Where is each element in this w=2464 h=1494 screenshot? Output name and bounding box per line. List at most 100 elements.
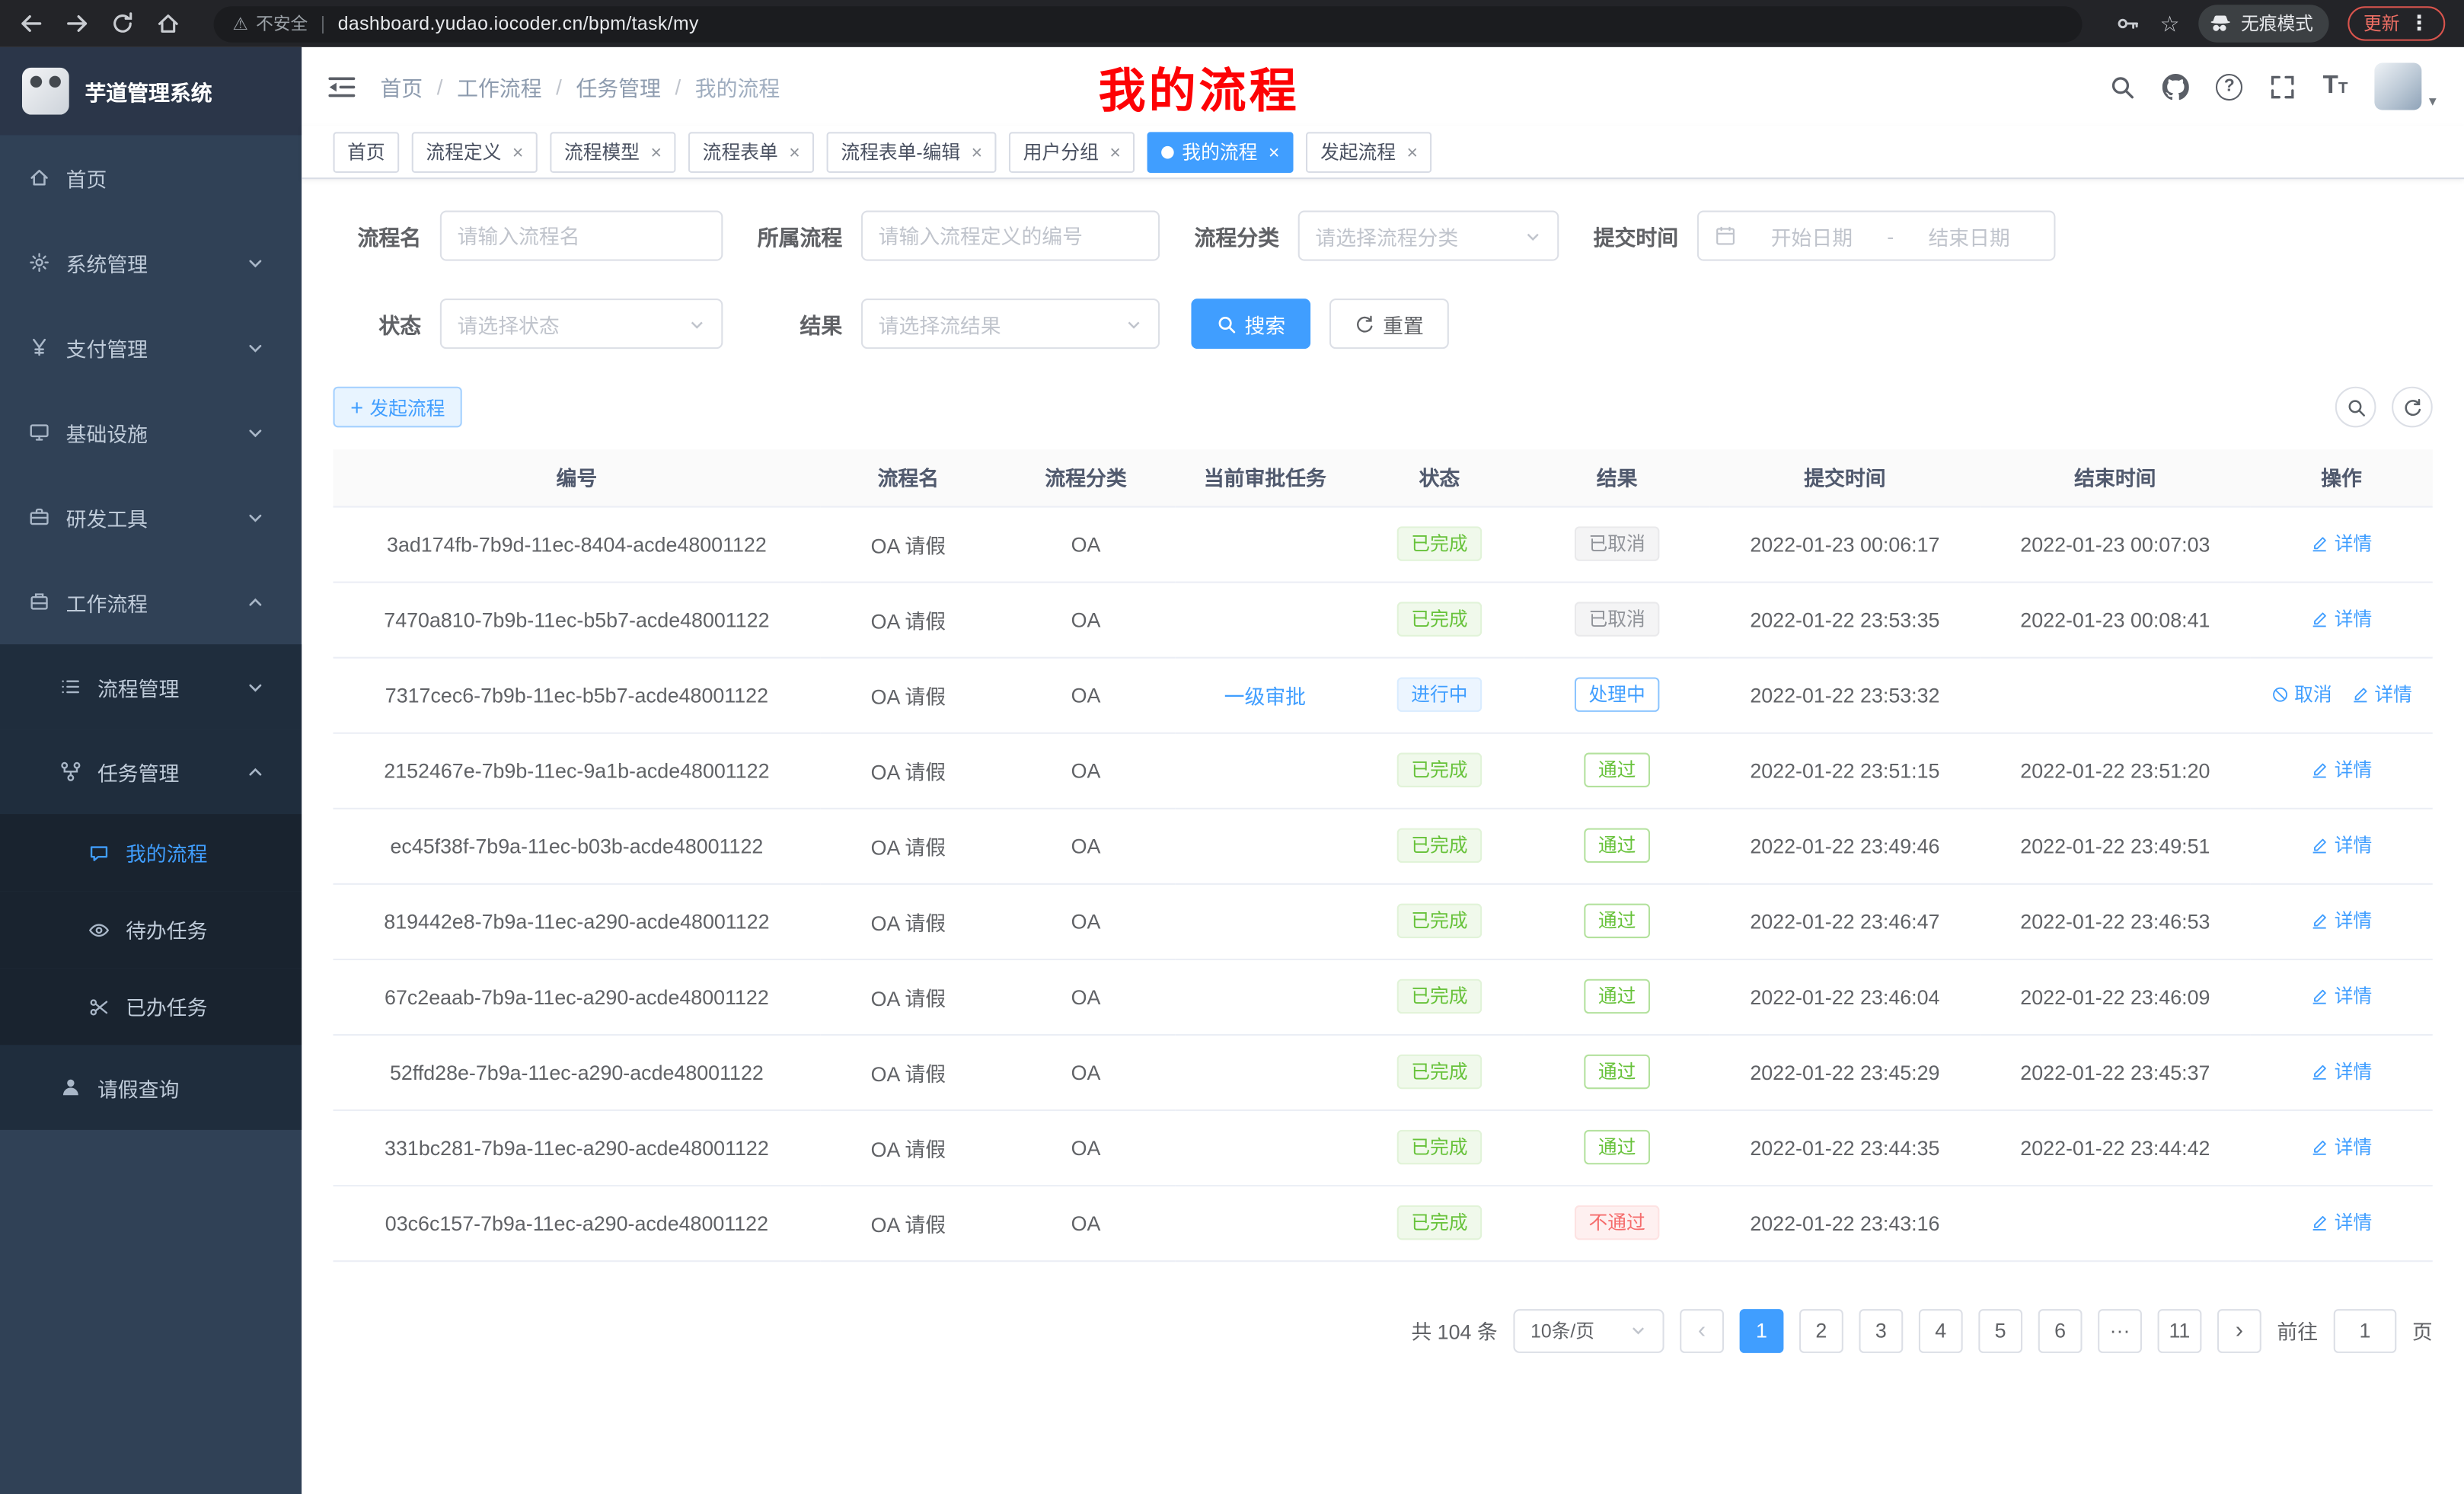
tab-process-form[interactable]: 流程表单× [688,131,814,172]
category-select[interactable]: 请选择流程分类 [1298,211,1559,261]
breadcrumb-item[interactable]: 工作流程 [457,71,541,102]
sidebar-item-payment[interactable]: 支付管理 [0,305,302,389]
cell-current-task [1176,883,1355,959]
detail-button[interactable]: 详情 [2351,681,2412,707]
start-date-placeholder[interactable]: 开始日期 [1743,221,1881,251]
sidebar-item-done-tasks[interactable]: 已办任务 [0,968,302,1045]
close-icon[interactable]: × [651,141,662,163]
submit-time-range[interactable]: 开始日期 - 结束日期 [1697,211,2056,261]
sidebar-item-task-mgmt[interactable]: 任务管理 [0,729,302,814]
breadcrumb-item[interactable]: 首页 [380,71,423,102]
font-size-icon[interactable]: TT [2323,72,2348,101]
page-11-button[interactable]: 11 [2158,1308,2202,1352]
sidebar-item-my-process[interactable]: 我的流程 [0,814,302,891]
result-select[interactable]: 请选择流结果 [861,298,1160,349]
cell-id: 67c2eaab-7b9a-11ec-a290-acde48001122 [334,959,821,1034]
process-name-label: 流程名 [334,220,422,251]
detail-button[interactable]: 详情 [2311,605,2373,632]
page-size-select[interactable]: 10条/页 [1513,1308,1664,1352]
cancel-button[interactable]: 取消 [2271,681,2332,707]
status-select[interactable]: 请选择状态 [440,298,723,349]
detail-button[interactable]: 详情 [2311,1134,2373,1160]
tab-my-process[interactable]: 我的流程× [1147,131,1294,172]
page-3-button[interactable]: 3 [1859,1308,1903,1352]
search-icon[interactable] [2109,73,2136,100]
github-icon[interactable] [2162,73,2189,100]
detail-button[interactable]: 详情 [2311,832,2373,858]
owner-process-input[interactable] [861,211,1160,261]
tab-process-definition[interactable]: 流程定义× [412,131,538,172]
date-separator: - [1887,224,1894,247]
tab-process-form-edit[interactable]: 流程表单-编辑× [827,131,997,172]
column-header: 编号 [334,449,821,506]
back-icon[interactable] [19,11,44,36]
sidebar-item-todo-tasks[interactable]: 待办任务 [0,891,302,968]
browser-home-icon[interactable] [155,11,180,36]
address-bar[interactable]: ⚠不安全 | dashboard.yudao.iocoder.cn/bpm/ta… [214,5,2083,41]
user-avatar[interactable]: ▼ [2375,63,2439,110]
key-icon[interactable] [2116,11,2141,36]
close-icon[interactable]: × [1109,141,1120,163]
page-2-button[interactable]: 2 [1799,1308,1843,1352]
fullscreen-icon[interactable] [2270,73,2296,100]
tab-user-group[interactable]: 用户分组× [1009,131,1135,172]
hamburger-icon[interactable] [327,72,356,101]
process-name-input[interactable] [440,211,723,261]
next-page-button[interactable]: › [2217,1308,2261,1352]
reload-icon[interactable] [110,11,135,36]
page-more-button[interactable]: ··· [2098,1308,2142,1352]
cell-end-time: 2022-01-22 23:45:37 [1980,1034,2250,1109]
sidebar-item-system[interactable]: 系统管理 [0,220,302,305]
user-icon [59,1077,81,1099]
current-task-link[interactable]: 一级审批 [1224,685,1306,708]
page-4-button[interactable]: 4 [1919,1308,1963,1352]
reset-button[interactable]: 重置 [1329,298,1449,349]
close-icon[interactable]: × [1269,141,1279,163]
close-icon[interactable]: × [972,141,982,163]
cell-status: 已完成 [1355,1185,1524,1260]
sidebar-item-workflow[interactable]: 工作流程 [0,560,302,644]
close-icon[interactable]: × [789,141,800,163]
security-warning[interactable]: ⚠不安全 [232,11,308,36]
close-icon[interactable]: × [512,141,523,163]
detail-button[interactable]: 详情 [2311,907,2373,934]
breadcrumb-item[interactable]: 我的流程 [695,71,780,102]
sidebar-item-dev-tools[interactable]: 研发工具 [0,474,302,559]
create-process-button[interactable]: + 发起流程 [334,387,463,428]
sidebar-item-leave-query[interactable]: 请假查询 [0,1045,302,1129]
sidebar-item-home[interactable]: 首页 [0,135,302,219]
cell-process-name: OA 请假 [820,959,996,1034]
page-5-button[interactable]: 5 [1978,1308,2022,1352]
sidebar-item-process-mgmt[interactable]: 流程管理 [0,644,302,729]
menu-dots-icon[interactable]: ⋮ [2409,11,2430,36]
cell-submit-time: 2022-01-22 23:46:04 [1709,959,1980,1034]
list-icon [59,675,81,698]
detail-button[interactable]: 详情 [2311,530,2373,557]
tab-home[interactable]: 首页 [334,131,400,172]
close-icon[interactable]: × [1407,141,1418,163]
forward-icon[interactable] [65,11,90,36]
app-logo-row[interactable]: 芋道管理系统 [0,47,302,136]
tab-start-process[interactable]: 发起流程× [1306,131,1431,172]
detail-button[interactable]: 详情 [2311,1058,2373,1084]
page-1-button[interactable]: 1 [1740,1308,1784,1352]
breadcrumb-item[interactable]: 任务管理 [576,71,660,102]
sidebar-item-infrastructure[interactable]: 基础设施 [0,390,302,474]
end-date-placeholder[interactable]: 结束日期 [1900,221,2038,251]
detail-button[interactable]: 详情 [2311,756,2373,783]
tab-process-model[interactable]: 流程模型× [550,131,675,172]
detail-button[interactable]: 详情 [2311,1209,2373,1236]
refresh-table-button[interactable] [2392,387,2433,428]
app-logo [22,68,69,115]
prev-page-button[interactable]: ‹ [1680,1308,1724,1352]
update-button[interactable]: 更新 ⋮ [2348,6,2445,40]
toggle-search-button[interactable] [2335,387,2376,428]
chevron-down-icon [247,678,264,696]
cell-status: 进行中 [1355,657,1524,733]
goto-page-input[interactable] [2334,1308,2397,1352]
search-button[interactable]: 搜索 [1191,298,1310,349]
bookmark-star-icon[interactable]: ☆ [2160,10,2180,37]
help-icon[interactable]: ? [2216,73,2242,100]
detail-button[interactable]: 详情 [2311,982,2373,1009]
page-6-button[interactable]: 6 [2038,1308,2083,1352]
